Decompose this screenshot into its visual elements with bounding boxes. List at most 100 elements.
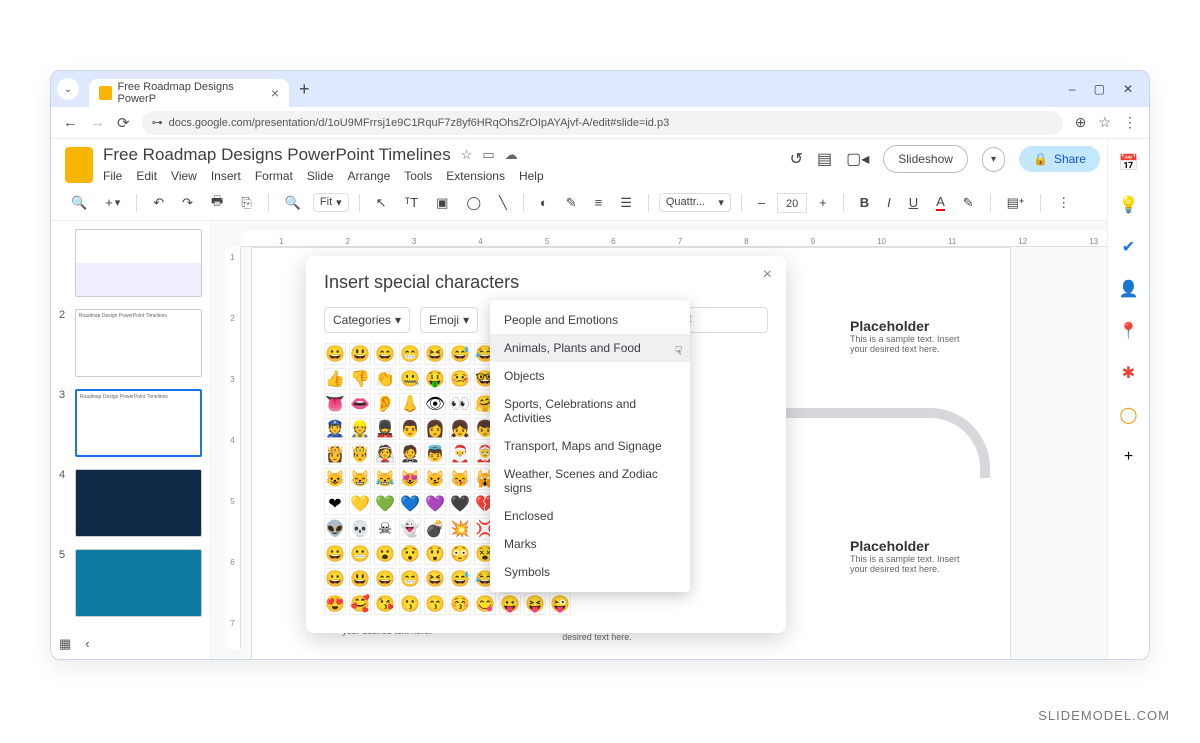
slide-thumb-1[interactable]	[75, 229, 202, 297]
menu-edit[interactable]: Edit	[136, 169, 157, 183]
underline-button[interactable]: U	[903, 191, 924, 214]
emoji-cell[interactable]: 🤐	[399, 368, 421, 390]
emoji-cell[interactable]: 😲	[424, 543, 446, 565]
maps-icon[interactable]: 📍	[1119, 321, 1139, 341]
slideshow-dropdown[interactable]: ▾	[982, 147, 1005, 172]
forward-button[interactable]: →	[90, 114, 105, 131]
window-close-button[interactable]: ✕	[1123, 82, 1133, 96]
menu-tools[interactable]: Tools	[404, 169, 432, 183]
menu-arrange[interactable]: Arrange	[348, 169, 391, 183]
emoji-cell[interactable]: 🤵	[399, 443, 421, 465]
menu-view[interactable]: View	[171, 169, 197, 183]
line-tool[interactable]: ╲	[493, 191, 513, 215]
textbox-tool[interactable]: ᵀT	[399, 191, 425, 214]
category-menu-item[interactable]: Sports, Celebrations and Activities	[490, 390, 690, 432]
categories-select[interactable]: Categories▾	[324, 307, 410, 333]
emoji-cell[interactable]: 😬	[349, 543, 371, 565]
menu-format[interactable]: Format	[255, 169, 293, 183]
emoji-cell[interactable]: 💥	[449, 518, 471, 540]
emoji-cell[interactable]: 👮	[324, 418, 346, 440]
emoji-cell[interactable]: 💚	[374, 493, 396, 515]
emoji-cell[interactable]: 👁	[424, 393, 446, 415]
document-title[interactable]: Free Roadmap Designs PowerPoint Timeline…	[103, 145, 451, 165]
category-menu-item[interactable]: Objects	[490, 362, 690, 390]
emoji-cell[interactable]: 😮	[374, 543, 396, 565]
text-color-button[interactable]: A	[930, 190, 951, 215]
emoji-cell[interactable]: 👽	[324, 518, 346, 540]
emoji-cell[interactable]: 😀	[324, 343, 346, 365]
undo-button[interactable]: ↶	[147, 191, 170, 215]
emoji-cell[interactable]: 😃	[349, 343, 371, 365]
font-size-input[interactable]: 20	[777, 193, 807, 213]
emoji-cell[interactable]: 😁	[399, 568, 421, 590]
emoji-cell[interactable]: 😍	[324, 593, 346, 615]
new-slide-button[interactable]: +▾	[99, 191, 126, 214]
meet-icon[interactable]: ▢◂	[846, 149, 869, 169]
emoji-cell[interactable]: 👎	[349, 368, 371, 390]
maximize-button[interactable]: ▢	[1094, 82, 1105, 96]
paint-format-button[interactable]: ⎘	[235, 191, 257, 215]
get-addons-button[interactable]: +	[1119, 447, 1139, 467]
emoji-cell[interactable]: 😻	[399, 468, 421, 490]
category-menu-item[interactable]: Animals, Plants and Food	[490, 334, 690, 362]
move-icon[interactable]: ▭	[482, 147, 494, 163]
print-button[interactable]: 🖶	[205, 188, 229, 218]
emoji-cell[interactable]: 😝	[524, 593, 546, 615]
emoji-cell[interactable]: 💀	[349, 518, 371, 540]
emoji-cell[interactable]: 👩	[424, 418, 446, 440]
emoji-cell[interactable]: 👻	[399, 518, 421, 540]
cloud-status-icon[interactable]: ☁	[505, 147, 518, 163]
browser-tab[interactable]: Free Roadmap Designs PowerP ×	[89, 79, 289, 107]
image-tool[interactable]: ▣	[430, 191, 454, 215]
site-info-icon[interactable]: ⊶	[152, 116, 163, 129]
bookmark-icon[interactable]: ☆	[1098, 114, 1111, 131]
emoji-cell[interactable]: 🤴	[349, 443, 371, 465]
shape-tool[interactable]: ◯	[460, 191, 487, 215]
emoji-cell[interactable]: 😽	[449, 468, 471, 490]
keep-icon[interactable]: 💡	[1119, 195, 1139, 215]
category-menu-item[interactable]: Weather, Scenes and Zodiac signs	[490, 460, 690, 502]
addon-icon[interactable]: ✱	[1119, 363, 1139, 383]
italic-button[interactable]: I	[881, 191, 897, 214]
emoji-cell[interactable]: 💂	[374, 418, 396, 440]
bold-button[interactable]: B	[854, 191, 875, 214]
emoji-cell[interactable]: 😸	[349, 468, 371, 490]
emoji-cell[interactable]: 😼	[424, 468, 446, 490]
placeholder-title-2[interactable]: Placeholder This is a sample text. Inser…	[850, 538, 970, 574]
tasks-icon[interactable]: ✔	[1119, 237, 1139, 257]
category-menu-item[interactable]: Marks	[490, 530, 690, 558]
menu-slide[interactable]: Slide	[307, 169, 334, 183]
emoji-cell[interactable]: 😄	[374, 343, 396, 365]
slide-thumb-2[interactable]: Roadmap Design PowerPoint Timelines	[75, 309, 202, 377]
prev-slide-button[interactable]: ‹	[85, 636, 89, 652]
insert-comment-button[interactable]: ▤⁺	[1001, 191, 1031, 215]
emoji-cell[interactable]: 💜	[424, 493, 446, 515]
comments-icon[interactable]: ▤	[817, 149, 832, 169]
history-icon[interactable]: ↺	[790, 149, 803, 169]
emoji-cell[interactable]: 😅	[449, 343, 471, 365]
emoji-cell[interactable]: 👄	[349, 393, 371, 415]
emoji-cell[interactable]: 🤒	[449, 368, 471, 390]
emoji-cell[interactable]: 😜	[549, 593, 571, 615]
back-button[interactable]: ←	[63, 114, 78, 131]
highlight-button[interactable]: ✎	[957, 191, 980, 215]
emoji-cell[interactable]: 😃	[349, 568, 371, 590]
emoji-cell[interactable]: 👅	[324, 393, 346, 415]
dialog-close-button[interactable]: ×	[763, 266, 772, 284]
calendar-icon[interactable]: 📅	[1119, 153, 1139, 173]
slide-thumb-3[interactable]: Roadmap Design PowerPoint Timelines	[75, 389, 202, 457]
emoji-cell[interactable]: 🖤	[449, 493, 471, 515]
select-tool[interactable]: ↖	[370, 191, 393, 215]
category-menu-item[interactable]: Symbols	[490, 558, 690, 586]
emoji-cell[interactable]: 😀	[324, 568, 346, 590]
zoom-icon[interactable]: ⊕	[1075, 114, 1087, 131]
emoji-cell[interactable]: 👂	[374, 393, 396, 415]
menu-file[interactable]: File	[103, 169, 122, 183]
emoji-cell[interactable]: 😘	[374, 593, 396, 615]
emoji-cell[interactable]: 😗	[399, 593, 421, 615]
emoji-cell[interactable]: 😳	[449, 543, 471, 565]
reload-button[interactable]: ⟳	[117, 114, 130, 132]
contacts-icon[interactable]: 👤	[1119, 279, 1139, 299]
slideshow-button[interactable]: Slideshow	[883, 145, 968, 173]
category-menu-item[interactable]: Enclosed	[490, 502, 690, 530]
